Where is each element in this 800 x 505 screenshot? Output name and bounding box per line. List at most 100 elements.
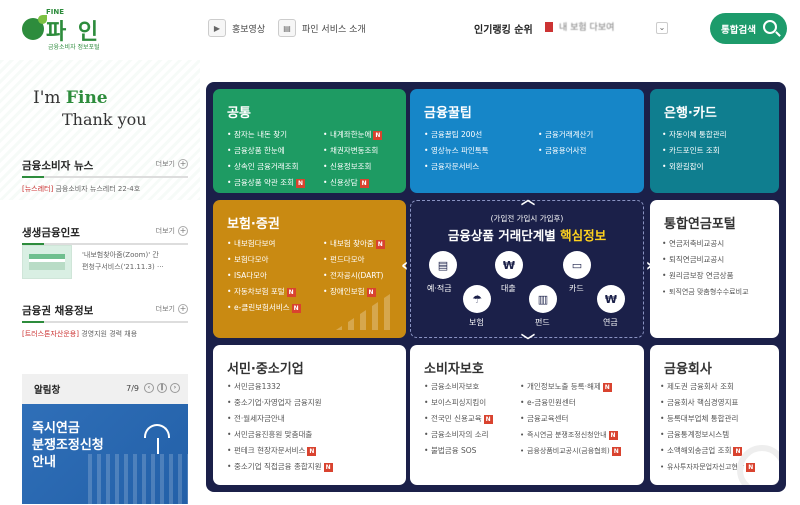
card-common-title[interactable]: 공통 (227, 102, 251, 121)
news-more-label: 더보기 (155, 160, 175, 168)
card-smb-link[interactable]: 전·월세자금안내 (227, 411, 333, 427)
card-insurance-link-label: 장애인보험 (330, 287, 365, 296)
alarm-banner[interactable]: 즉시연금 분쟁조정신청 안내 (22, 404, 188, 504)
card-common-link[interactable]: 잠자는 내돈 찾기 (227, 127, 305, 143)
card-common-link[interactable]: 내계좌한눈에N (323, 127, 383, 143)
card-consumer-link[interactable]: 금융소비자의 소리 (424, 427, 493, 443)
card-icon[interactable]: ▭ (563, 251, 591, 279)
card-tips-title[interactable]: 금융꿀팁 (424, 102, 472, 121)
chevron-up-icon[interactable]: ︿ (519, 189, 537, 209)
card-insurance-link[interactable]: 내보험다보여 (227, 236, 301, 252)
card-consumer-title[interactable]: 소비자보호 (424, 358, 484, 377)
card-tips-link[interactable]: 금융꿀팁 200선 (424, 127, 489, 143)
next-icon[interactable]: › (170, 383, 180, 393)
logo-subtitle: 금융소비자 정보포털 (48, 44, 100, 51)
card-insurance-link[interactable]: 보험다모아 (227, 252, 301, 268)
search-button-label: 통합검색 (721, 24, 756, 36)
alarm-header: 알림창 7/9 ‹ ‖ › (22, 374, 188, 404)
integrated-search-button[interactable]: 통합검색 (710, 13, 787, 44)
recruit-more-button[interactable]: 더보기 + (156, 304, 188, 314)
info-thumbnail[interactable] (22, 245, 72, 279)
card-common-link[interactable]: 신용상담N (323, 175, 382, 191)
card-tips-link[interactable]: 금융거래계산기 (538, 127, 593, 143)
card-companies-link[interactable]: 제도권 금융회사 조회 (660, 379, 755, 395)
card-insurance-link[interactable]: 자동차보험 포털N (227, 284, 301, 300)
card-insurance-link[interactable]: ISA다모아 (227, 268, 301, 284)
card-pension-link[interactable]: 퇴직연금비교공시 (662, 252, 749, 268)
card-common-list-2: 내계좌한눈에N 채권자변동조회 신용정보조회 신용상담N (323, 127, 383, 191)
nav-promo-video[interactable]: ▶ 홍보영상 (208, 18, 265, 38)
card-companies-link[interactable]: 금융회사 핵심경영지표 (660, 395, 755, 411)
core-item-label: 펀드 (535, 318, 550, 327)
card-smb-link[interactable]: 중소기업 직접금융 종합지원N (227, 459, 333, 475)
umbrella-icon[interactable]: ☂ (463, 285, 491, 313)
recruit-item[interactable]: [트러스톤자산운용] 경영지원 경력 채용 (22, 329, 188, 339)
pension-icon[interactable]: ₩ (597, 285, 625, 313)
plus-icon: + (178, 159, 188, 169)
card-companies-link[interactable]: 금융통계정보시스템 (660, 427, 755, 443)
card-common-link[interactable]: 금융상품 한눈에 (227, 143, 305, 159)
card-consumer-link-label: 금융상품비교공시(금융협회) (527, 447, 610, 455)
card-pension-title[interactable]: 통합연금포털 (664, 213, 736, 232)
card-bank-title[interactable]: 은행·카드 (664, 102, 717, 121)
card-common-link-label: 신용상담 (330, 178, 358, 187)
card-common-link[interactable]: 신용정보조회 (323, 159, 382, 175)
card-consumer-link[interactable]: 즉시연금 분쟁조정신청안내N (520, 427, 621, 443)
new-badge: N (359, 179, 369, 188)
card-tips-link[interactable]: 금융자문서비스 (424, 159, 489, 175)
arrow-left-icon[interactable]: ‹ (401, 255, 408, 276)
nav-service-intro[interactable]: ▤ 파인 서비스 소개 (278, 18, 366, 38)
card-consumer-list-2: 개인정보노출 등록·해제N e-금융민원센터 금융교육센터 즉시연금 분쟁조정신… (520, 379, 621, 459)
card-insurance-title[interactable]: 보험·증권 (227, 213, 280, 232)
card-smb-link[interactable]: 중소기업·자영업자 금융지원 (227, 395, 333, 411)
card-consumer-link[interactable]: 금융소비자보호 (424, 379, 493, 395)
card-bank-link[interactable]: 자동이체 통합관리 (662, 127, 727, 143)
info-item[interactable]: '내보험찾아줌(Zoom)' 간 편청구서비스('21.11.3) ··· (82, 249, 164, 273)
new-badge: N (373, 131, 383, 140)
site-header: FINE 파 인 금융소비자 정보포털 ▶ 홍보영상 ▤ 파인 서비스 소개 인… (0, 0, 800, 60)
deposit-icon[interactable]: ▤ (429, 251, 457, 279)
news-more-button[interactable]: 더보기 + (156, 159, 188, 169)
card-consumer-link[interactable]: 금융상품비교공시(금융협회)N (520, 443, 621, 459)
pause-icon[interactable]: ‖ (157, 383, 167, 393)
news-item[interactable]: [뉴스레터] 금융소비자 뉴스레터 22-4호 (22, 184, 188, 194)
card-companies-title[interactable]: 금융회사 (664, 358, 712, 377)
card-insurance-link[interactable]: 펀드다모아 (323, 252, 385, 268)
chart-icon[interactable]: ▥ (529, 285, 557, 313)
card-bank: 은행·카드 자동이체 통합관리 카드포인트 조회 외환길잡이 (650, 89, 779, 193)
card-companies-link[interactable]: 등록대부업체 통합관리 (660, 411, 755, 427)
card-pension-link[interactable]: 퇴직연금 맞춤형수수료비교 (662, 284, 749, 300)
info-more-button[interactable]: 더보기 + (156, 226, 188, 236)
card-pension-link[interactable]: 원리금보장 연금상품 (662, 268, 749, 284)
card-insurance-link[interactable]: e-클린보험서비스N (227, 300, 301, 316)
card-consumer-link[interactable]: 전국민 신용교육N (424, 411, 493, 427)
loan-icon[interactable]: ₩ (495, 251, 523, 279)
ranking-item[interactable]: 내 보험 다보여 (545, 20, 614, 33)
card-insurance-link[interactable]: 장애인보험N (323, 284, 385, 300)
card-smb-title[interactable]: 서민·중소기업 (227, 358, 304, 377)
prev-icon[interactable]: ‹ (144, 383, 154, 393)
card-bank-link[interactable]: 카드포인트 조회 (662, 143, 727, 159)
card-insurance-link[interactable]: 내보험 찾아줌N (323, 236, 385, 252)
card-tips-link[interactable]: 영상뉴스 파인톡톡 (424, 143, 489, 159)
card-insurance-link[interactable]: 전자공시(DART) (323, 268, 385, 284)
card-smb-link-label: 중소기업 직접금융 종합지원 (234, 462, 322, 471)
card-smb-link[interactable]: 서민금융1332 (227, 379, 333, 395)
card-common-link[interactable]: 채권자변동조회 (323, 143, 382, 159)
card-consumer-link[interactable]: 불법금융 SOS (424, 443, 493, 459)
card-common-link[interactable]: 금융상품 약관 조회N (227, 175, 305, 191)
card-common-link[interactable]: 상속인 금융거래조회 (227, 159, 305, 175)
card-tips-link[interactable]: 금융용어사전 (538, 143, 593, 159)
card-smb-link[interactable]: 서민금융진흥원 맞춤대출 (227, 427, 333, 443)
card-insurance-list-1: 내보험다보여 보험다모아 ISA다모아 자동차보험 포털N e-클린보험서비스N (227, 236, 301, 316)
card-consumer-link[interactable]: 보이스피싱지킴이 (424, 395, 493, 411)
card-consumer-link[interactable]: 금융교육센터 (520, 411, 621, 427)
card-consumer-link[interactable]: 개인정보노출 등록·해제N (520, 379, 621, 395)
card-bank-link[interactable]: 외환길잡이 (662, 159, 727, 175)
chevron-down-icon[interactable]: ⌄ (656, 22, 668, 34)
card-pension-link[interactable]: 연금저축비교공시 (662, 236, 749, 252)
card-smb-link[interactable]: 펀테크 현장자문서비스N (227, 443, 333, 459)
ranking-label: 인기랭킹 순위 (474, 25, 533, 36)
card-consumer-link[interactable]: e-금융민원센터 (520, 395, 621, 411)
nav-service-intro-label: 파인 서비스 소개 (302, 24, 366, 35)
